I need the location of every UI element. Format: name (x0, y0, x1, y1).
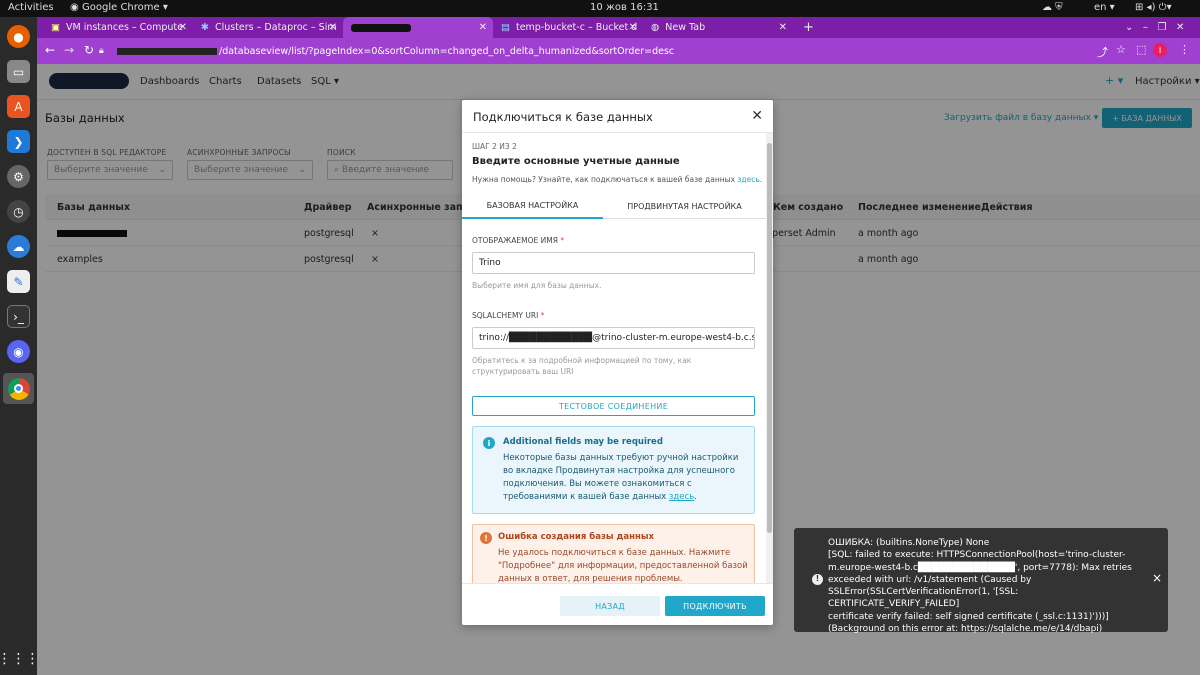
language-indicator[interactable]: en ▾ (1094, 2, 1115, 13)
files-icon[interactable]: ▭ (7, 60, 30, 83)
bookmark-star-icon[interactable]: ☆ (1116, 43, 1126, 56)
cloud-app-icon[interactable]: ☁ (7, 235, 30, 258)
browser-tab[interactable]: ▣ VM instances – Compute ✕ (43, 17, 193, 38)
profile-avatar[interactable]: I (1153, 43, 1167, 57)
software-store-icon[interactable]: A (7, 95, 30, 118)
browser-tab[interactable]: ▤ temp-bucket-c – Bucket d ✕ (493, 17, 643, 38)
vscode-icon[interactable]: ❯ (7, 130, 30, 153)
browser-menu-icon[interactable]: ⋮ (1179, 43, 1190, 56)
forward-icon[interactable]: → (64, 43, 74, 57)
back-icon[interactable]: ← (45, 43, 55, 57)
browser-toolbar: ← → ↻ 🔒︎ /databaseview/list/?pageIndex=0… (37, 38, 1200, 64)
text-editor-icon[interactable]: ✎ (7, 270, 30, 293)
system-icons[interactable]: ⊞ ◂) ⏻▾ (1135, 2, 1172, 13)
firefox-icon[interactable]: ● (7, 25, 30, 48)
browser-tab[interactable]: ◍ New Tab ✕ (643, 17, 793, 38)
display-name-hint: Выберите имя для базы данных. (472, 281, 602, 290)
dataproc-icon: ✱ (201, 22, 209, 33)
tab-advanced[interactable]: ПРОДВИНУТАЯ НАСТРОЙКА (603, 193, 766, 219)
help-text: Нужна помощь? Узнайте, как подключаться … (472, 175, 763, 184)
error-text: Не удалось подключиться к базе данных. Н… (498, 548, 748, 583)
app-grid-icon[interactable]: ⋮⋮⋮ (0, 647, 40, 670)
step-heading: Введите основные учетные данные (472, 156, 680, 167)
modal-tabs: БАЗОВАЯ НАСТРОЙКА ПРОДВИНУТАЯ НАСТРОЙКА (462, 193, 766, 219)
modal-scrollbar[interactable] (766, 133, 773, 583)
bucket-icon: ▤ (501, 22, 510, 33)
error-toast-icon: ! (812, 574, 823, 585)
help-link[interactable]: здесь (737, 175, 759, 184)
connect-button[interactable]: ПОДКЛЮЧИТЬ (665, 596, 765, 616)
close-tab-icon[interactable]: ✕ (629, 22, 637, 33)
close-icon[interactable]: ✕ (751, 108, 763, 124)
modal-footer: НАЗАД ПОДКЛЮЧИТЬ (462, 583, 773, 625)
test-connection-button[interactable]: ТЕСТОВОЕ СОЕДИНЕНИЕ (472, 396, 755, 416)
settings-icon[interactable]: ⚙ (7, 165, 30, 188)
toast-close-icon[interactable]: × (1152, 572, 1162, 585)
new-tab-button[interactable]: + (795, 17, 815, 38)
error-alert: ! Ошибка создания базы данных Не удалось… (472, 524, 755, 583)
display-name-label: ОТОБРАЖАЕМОЕ ИМЯ * (472, 236, 565, 245)
info-link[interactable]: здесь (669, 492, 694, 502)
terminal-icon[interactable]: ›_ (7, 305, 30, 328)
url-field[interactable]: 🔒︎ /databaseview/list/?pageIndex=0&sortC… (91, 43, 1131, 60)
compute-icon: ▣ (51, 22, 60, 33)
close-tab-icon[interactable]: ✕ (479, 22, 487, 33)
display-name-input[interactable]: Trino (472, 252, 755, 274)
info-icon: i (483, 437, 495, 449)
info-text: Некоторые базы данных требуют ручной нас… (503, 453, 739, 502)
chrome-app-icon: ◉ (70, 2, 79, 13)
uri-label: SQLALCHEMY URI * (472, 311, 545, 320)
modal-title: Подключиться к базе данных (473, 110, 653, 124)
tab-basic[interactable]: БАЗОВАЯ НАСТРОЙКА (462, 193, 603, 219)
activities-button[interactable]: Activities (8, 2, 54, 13)
browser-tab-strip: ▣ VM instances – Compute ✕ ✱ Clusters – D… (37, 17, 1200, 38)
chrome-newtab-icon: ◍ (651, 22, 660, 33)
share-icon[interactable]: ⤴ (1097, 44, 1108, 60)
tray-icons[interactable]: ☁ ⛨ (1042, 2, 1063, 13)
os-top-bar: Activities ◉ Google Chrome ▾ 10 жов 16:3… (0, 0, 1200, 17)
error-toast-text: ОШИБКА: (builtins.NoneType) None [SQL: f… (828, 538, 1132, 635)
connect-database-modal: Подключиться к базе данных ✕ ШАГ 2 ИЗ 2 … (462, 100, 773, 625)
clock-app-icon[interactable]: ◷ (7, 200, 30, 223)
dock: ● ▭ A ❯ ⚙ ◷ ☁ ✎ ›_ ◉ ⋮⋮⋮ (0, 17, 40, 675)
clock[interactable]: 10 жов 16:31 (590, 2, 659, 13)
info-alert: i Additional fields may be required Неко… (472, 426, 755, 514)
redacted-host (117, 48, 217, 55)
error-icon: ! (480, 532, 492, 544)
step-indicator: ШАГ 2 ИЗ 2 (472, 142, 517, 151)
discord-icon[interactable]: ◉ (7, 340, 30, 363)
lock-icon: 🔒︎ (99, 46, 104, 56)
scrollbar-thumb[interactable] (767, 143, 772, 533)
error-toast: ! ОШИБКА: (builtins.NoneType) None [SQL:… (794, 528, 1168, 635)
close-tab-icon[interactable]: ✕ (329, 22, 337, 33)
modal-header: Подключиться к базе данных ✕ (462, 100, 773, 133)
extensions-icon[interactable]: ⬚ (1136, 43, 1146, 56)
sqlalchemy-uri-input[interactable]: trino://████████████@trino-cluster-m.eur… (472, 327, 755, 349)
back-button[interactable]: НАЗАД (560, 596, 660, 616)
chrome-dock-item[interactable] (3, 373, 34, 404)
close-tab-icon[interactable]: ✕ (779, 22, 787, 33)
browser-tab[interactable]: ✱ Clusters – Dataproc – Sim ✕ (193, 17, 343, 38)
chrome-icon (7, 377, 30, 400)
redacted-tab-title (351, 23, 411, 32)
error-title: Ошибка создания базы данных (498, 532, 655, 542)
close-tab-icon[interactable]: ✕ (179, 22, 187, 33)
info-title: Additional fields may be required (503, 437, 663, 447)
app-menu[interactable]: Google Chrome ▾ (82, 2, 168, 13)
uri-hint: Обратитесь к за подробной информацией по… (472, 356, 692, 376)
window-controls[interactable]: ⌄ – ❐ ✕ (1117, 17, 1197, 38)
modal-body: ШАГ 2 ИЗ 2 Введите основные учетные данн… (462, 133, 773, 583)
browser-tab-active[interactable]: ✕ (343, 17, 493, 38)
